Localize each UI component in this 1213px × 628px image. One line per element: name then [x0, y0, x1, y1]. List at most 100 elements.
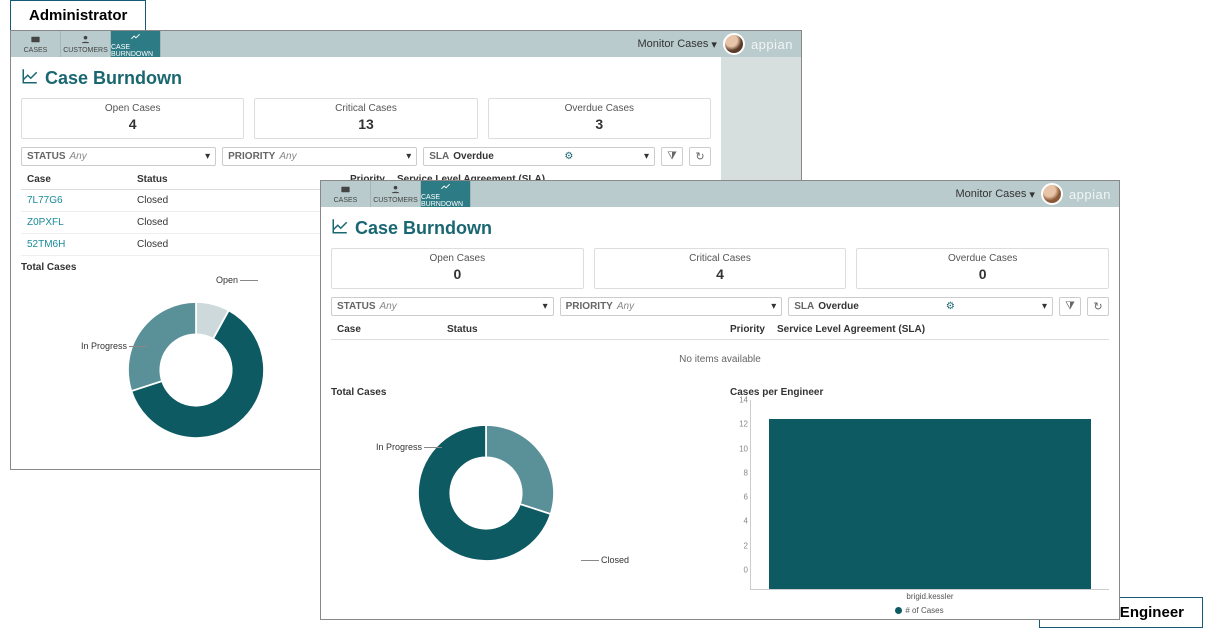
- chevron-down-icon: ▾: [711, 38, 717, 51]
- y-tick: 4: [744, 517, 748, 526]
- user-icon: [80, 34, 91, 47]
- chevron-down-icon: ▾: [1042, 301, 1047, 312]
- gear-icon: ⚙: [564, 151, 573, 162]
- cases-grid: Case Status Priority Service Level Agree…: [331, 320, 1109, 340]
- id-card-icon: [340, 184, 351, 197]
- chevron-down-icon: ▾: [406, 151, 411, 162]
- filter-status[interactable]: STATUS Any ▾: [331, 297, 554, 316]
- nav-tab-burndown[interactable]: CASE BURNDOWN: [111, 31, 161, 57]
- user-avatar[interactable]: [1041, 183, 1063, 205]
- nav-label: CUSTOMERS: [63, 47, 108, 54]
- filter-label: STATUS: [27, 151, 66, 162]
- case-link[interactable]: 52TM6H: [21, 234, 131, 256]
- filter-priority[interactable]: PRIORITY Any ▾: [222, 147, 417, 166]
- stat-critical-cases: Critical Cases 4: [594, 248, 847, 289]
- filter-button[interactable]: ⧩: [1059, 297, 1081, 316]
- chart-title-total: Total Cases: [331, 387, 710, 398]
- donut-chart-eng: In Progress Closed: [331, 400, 710, 590]
- stat-open-cases: Open Cases 4: [21, 98, 244, 139]
- monitor-cases-dropdown[interactable]: Monitor Cases ▾: [956, 188, 1035, 201]
- nav-tab-cases[interactable]: CASES: [11, 31, 61, 57]
- page-title: Case Burndown: [21, 67, 711, 90]
- nav-tab-customers[interactable]: CUSTOMERS: [371, 181, 421, 207]
- col-status[interactable]: Status: [131, 170, 331, 190]
- stat-value: 0: [332, 266, 583, 282]
- stat-label: Overdue Cases: [857, 253, 1108, 264]
- stat-value: 4: [595, 266, 846, 282]
- stat-value: 13: [255, 116, 476, 132]
- legend-dot-icon: [895, 607, 902, 614]
- nav-tab-burndown[interactable]: CASE BURNDOWN: [421, 181, 471, 207]
- y-tick: 0: [744, 566, 748, 575]
- col-sla[interactable]: Service Level Agreement (SLA): [771, 320, 1109, 340]
- engineer-panel: CASES CUSTOMERS CASE BURNDOWN Monitor Ca…: [320, 180, 1120, 620]
- stat-label: Overdue Cases: [489, 103, 710, 114]
- chevron-down-icon: ▾: [644, 151, 649, 162]
- chart-line-icon: [331, 217, 349, 240]
- chevron-down-icon: ▾: [1029, 188, 1035, 201]
- filter-value: Any: [617, 301, 634, 312]
- user-avatar[interactable]: [723, 33, 745, 55]
- bar-legend-text: # of Cases: [905, 606, 943, 615]
- refresh-button[interactable]: ↻: [689, 147, 711, 166]
- segment-label-closed: Closed: [601, 555, 629, 565]
- brand-logo: appian: [1069, 187, 1111, 202]
- nav-bar: CASES CUSTOMERS CASE BURNDOWN Monitor Ca…: [11, 31, 801, 57]
- stat-value: 4: [22, 116, 243, 132]
- cell-status: Closed: [131, 190, 331, 212]
- nav-tab-customers[interactable]: CUSTOMERS: [61, 31, 111, 57]
- filter-label: SLA: [429, 151, 449, 162]
- filter-button[interactable]: ⧩: [661, 147, 683, 166]
- nav-label: CUSTOMERS: [373, 197, 418, 204]
- refresh-icon: ↻: [1093, 300, 1102, 313]
- stat-overdue-cases: Overdue Cases 3: [488, 98, 711, 139]
- chevron-down-icon: ▾: [205, 151, 210, 162]
- page-title: Case Burndown: [331, 217, 1109, 240]
- stat-overdue-cases: Overdue Cases 0: [856, 248, 1109, 289]
- stat-open-cases: Open Cases 0: [331, 248, 584, 289]
- segment-label-inprogress: In Progress: [81, 341, 127, 351]
- gear-icon: ⚙: [946, 301, 955, 312]
- col-priority[interactable]: Priority: [711, 320, 771, 340]
- stat-label: Critical Cases: [255, 103, 476, 114]
- stat-label: Critical Cases: [595, 253, 846, 264]
- stat-label: Open Cases: [22, 103, 243, 114]
- chevron-down-icon: ▾: [543, 301, 548, 312]
- monitor-label: Monitor Cases: [638, 38, 709, 50]
- stat-critical-cases: Critical Cases 13: [254, 98, 477, 139]
- y-tick: 12: [739, 420, 748, 429]
- funnel-icon: ⧩: [667, 150, 677, 163]
- filter-value: Overdue: [453, 151, 494, 162]
- filter-value: Any: [380, 301, 397, 312]
- filter-status[interactable]: STATUS Any ▾: [21, 147, 216, 166]
- refresh-button[interactable]: ↻: [1087, 297, 1109, 316]
- y-tick: 6: [744, 493, 748, 502]
- stat-value: 3: [489, 116, 710, 132]
- nav-label: CASES: [24, 47, 48, 54]
- case-link[interactable]: Z0PXFL: [21, 212, 131, 234]
- filter-sla[interactable]: SLA Overdue ⚙ ▾: [423, 147, 655, 166]
- chart-line-icon: [130, 31, 141, 44]
- nav-tab-cases[interactable]: CASES: [321, 181, 371, 207]
- nav-label: CASE BURNDOWN: [421, 194, 470, 208]
- bar: [769, 419, 1091, 589]
- y-tick: 2: [744, 541, 748, 550]
- user-icon: [390, 184, 401, 197]
- bar-chart-engineer: 02468101214brigid.kessler: [750, 400, 1109, 590]
- filter-sla[interactable]: SLA Overdue ⚙▾: [788, 297, 1053, 316]
- no-items-message: No items available: [331, 340, 1109, 379]
- segment-label-inprogress: In Progress: [376, 442, 422, 452]
- y-tick: 10: [739, 444, 748, 453]
- cell-status: Closed: [131, 234, 331, 256]
- cell-status: Closed: [131, 212, 331, 234]
- col-case[interactable]: Case: [21, 170, 131, 190]
- case-link[interactable]: 7L77G6: [21, 190, 131, 212]
- col-status[interactable]: Status: [441, 320, 711, 340]
- role-badge-admin: Administrator: [10, 0, 146, 31]
- monitor-cases-dropdown[interactable]: Monitor Cases ▾: [638, 38, 717, 51]
- col-case[interactable]: Case: [331, 320, 441, 340]
- filter-priority[interactable]: PRIORITY Any ▾: [560, 297, 783, 316]
- chart-line-icon: [21, 67, 39, 90]
- brand-logo: appian: [751, 37, 793, 52]
- filter-value: Any: [70, 151, 87, 162]
